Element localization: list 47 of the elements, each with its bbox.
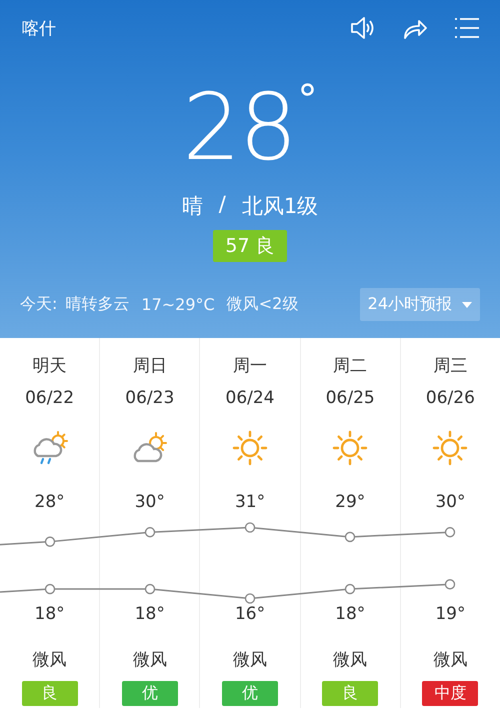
low-temperature: 18° — [34, 604, 65, 624]
degree-sign: ° — [298, 80, 318, 120]
day-name: 周三 — [433, 355, 468, 377]
day-date: 06/22 — [25, 388, 74, 408]
air-quality-badge: 良 — [22, 681, 78, 706]
day-name: 周日 — [132, 355, 167, 377]
speaker-icon[interactable] — [350, 16, 376, 40]
separator: / — [218, 192, 226, 218]
air-quality-badge: 57 良 — [213, 230, 287, 262]
day-date: 06/26 — [426, 388, 475, 408]
sun-icon — [231, 429, 269, 467]
air-quality-badge: 优 — [222, 681, 278, 706]
high-temperature: 28° — [34, 492, 65, 512]
day-date: 06/24 — [226, 388, 274, 408]
menu-icon[interactable] — [454, 16, 480, 40]
wind-level: 北风1级 — [242, 193, 318, 220]
low-temperature: 16° — [234, 604, 266, 624]
low-temperature: 19° — [435, 604, 466, 624]
wind-text: 微风 — [433, 649, 468, 671]
today-temperature-range: 17~29°C — [141, 295, 215, 314]
high-temperature: 30° — [435, 492, 466, 512]
high-temperature: 30° — [134, 492, 165, 512]
wind-text: 微风 — [132, 649, 167, 671]
sun-icon — [431, 429, 470, 467]
wind-text: 微风 — [233, 649, 267, 671]
day-name: 周二 — [333, 355, 368, 377]
caret-icon — [462, 302, 472, 308]
low-temperature: 18° — [335, 604, 366, 624]
day-name: 周一 — [233, 355, 267, 377]
day-date: 06/25 — [326, 388, 375, 408]
day-name: 明天 — [32, 355, 67, 377]
today-condition: 晴转多云 — [65, 294, 130, 315]
today-label: 今天: — [20, 294, 58, 315]
high-temperature: 31° — [234, 492, 266, 512]
weather-condition: 晴 — [182, 193, 203, 220]
today-wind: 微风<2级 — [226, 294, 298, 315]
air-quality-badge: 中度 — [422, 681, 478, 706]
low-temperature: 18° — [134, 604, 165, 624]
air-quality-badge: 优 — [122, 681, 178, 706]
air-quality-badge: 良 — [322, 681, 378, 706]
wind-text: 微风 — [32, 649, 67, 671]
day-date: 06/23 — [125, 388, 174, 408]
current-temperature: 28 — [182, 80, 296, 176]
sun-icon — [331, 429, 370, 467]
city-name[interactable]: 喀什 — [22, 16, 56, 40]
high-temperature: 29° — [335, 492, 366, 512]
wind-text: 微风 — [333, 649, 368, 671]
